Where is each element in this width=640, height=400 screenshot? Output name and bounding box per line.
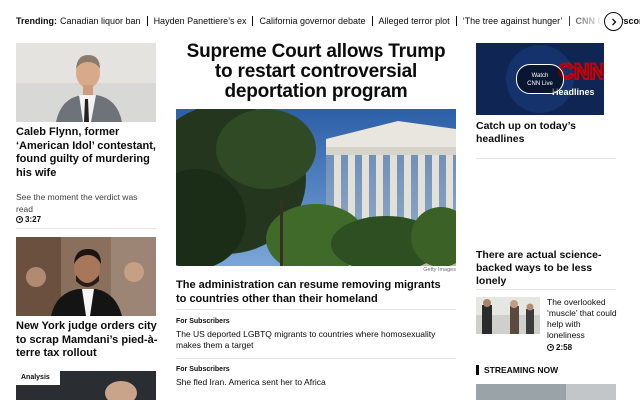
- play-icon: [16, 216, 23, 223]
- trending-fade: [560, 8, 604, 34]
- supreme-court-photo: [176, 109, 456, 266]
- story-sub-flynn[interactable]: See the moment the verdict was read: [16, 191, 156, 215]
- person-photo: [16, 43, 156, 122]
- divider: [176, 358, 456, 359]
- photo-credit: Getty Images: [423, 267, 456, 273]
- story-image-mamdani[interactable]: [16, 237, 156, 316]
- duration-text: 2:58: [556, 343, 573, 352]
- channel-label: CNN Live: [527, 81, 553, 87]
- divider: [16, 228, 156, 229]
- story-image-muscle[interactable]: [476, 297, 540, 334]
- streaming-now-header: STREAMING NOW: [476, 365, 558, 375]
- divider: [476, 289, 616, 290]
- video-duration-flynn: 3:27: [16, 215, 41, 224]
- lead-headline[interactable]: Supreme Court allows Trump to restart co…: [176, 42, 456, 102]
- lead-subheadline[interactable]: The administration can resume removing m…: [176, 278, 446, 306]
- trending-link-4[interactable]: Alleged terror plot: [373, 16, 457, 26]
- subscriber-story-2[interactable]: She fled Iran. America sent her to Afric…: [176, 377, 456, 388]
- story-headline-mamdani[interactable]: New York judge orders city to scrap Mamd…: [16, 320, 161, 361]
- right-headline-loneliness[interactable]: There are actual science-backed ways to …: [476, 249, 608, 288]
- section-bar-icon: [476, 365, 479, 375]
- trending-link-2[interactable]: Hayden Panettiere’s ex: [148, 16, 254, 26]
- watch-cnn-live-button[interactable]: Watch CNN Live: [516, 64, 564, 94]
- right-headline-catch-up[interactable]: Catch up on today’s headlines: [476, 120, 606, 146]
- duration-text: 3:27: [25, 215, 42, 224]
- streaming-label: STREAMING NOW: [484, 365, 559, 375]
- chevron-right-icon: [611, 18, 616, 25]
- divider: [176, 309, 456, 310]
- person-photo: [16, 237, 156, 316]
- svg-text:CNN: CNN: [558, 59, 604, 84]
- play-icon: [547, 344, 554, 351]
- trending-link-1[interactable]: Canadian liquor ban: [60, 16, 148, 26]
- for-subscribers-label: For Subscribers: [176, 366, 230, 373]
- analysis-badge: Analysis: [16, 371, 60, 385]
- story-headline-flynn[interactable]: Caleb Flynn, former ‘American Idol’ cont…: [16, 126, 161, 180]
- trending-label: Trending:: [16, 16, 57, 26]
- lead-image-supreme-court[interactable]: [176, 109, 456, 266]
- trending-link-5[interactable]: ‘The tree against hunger’: [457, 16, 570, 26]
- right-headline-muscle[interactable]: The overlooked ‘muscle’ that could help …: [547, 297, 617, 341]
- trending-link-3[interactable]: California governor debate: [253, 16, 373, 26]
- divider: [476, 158, 616, 159]
- watch-label: Watch: [531, 73, 549, 79]
- trending-bar: Trending: Canadian liquor ban Hayden Pan…: [0, 0, 640, 42]
- video-duration-muscle: 2:58: [547, 343, 572, 352]
- photo: [476, 384, 616, 400]
- people-photo: [476, 297, 540, 334]
- trending-next-button[interactable]: [604, 12, 623, 31]
- subscriber-story-1[interactable]: The US deported LGBTQ migrants to countr…: [176, 329, 456, 351]
- streaming-thumbnail[interactable]: [476, 384, 616, 400]
- for-subscribers-label: For Subscribers: [176, 318, 230, 325]
- story-image-flynn[interactable]: [16, 43, 156, 122]
